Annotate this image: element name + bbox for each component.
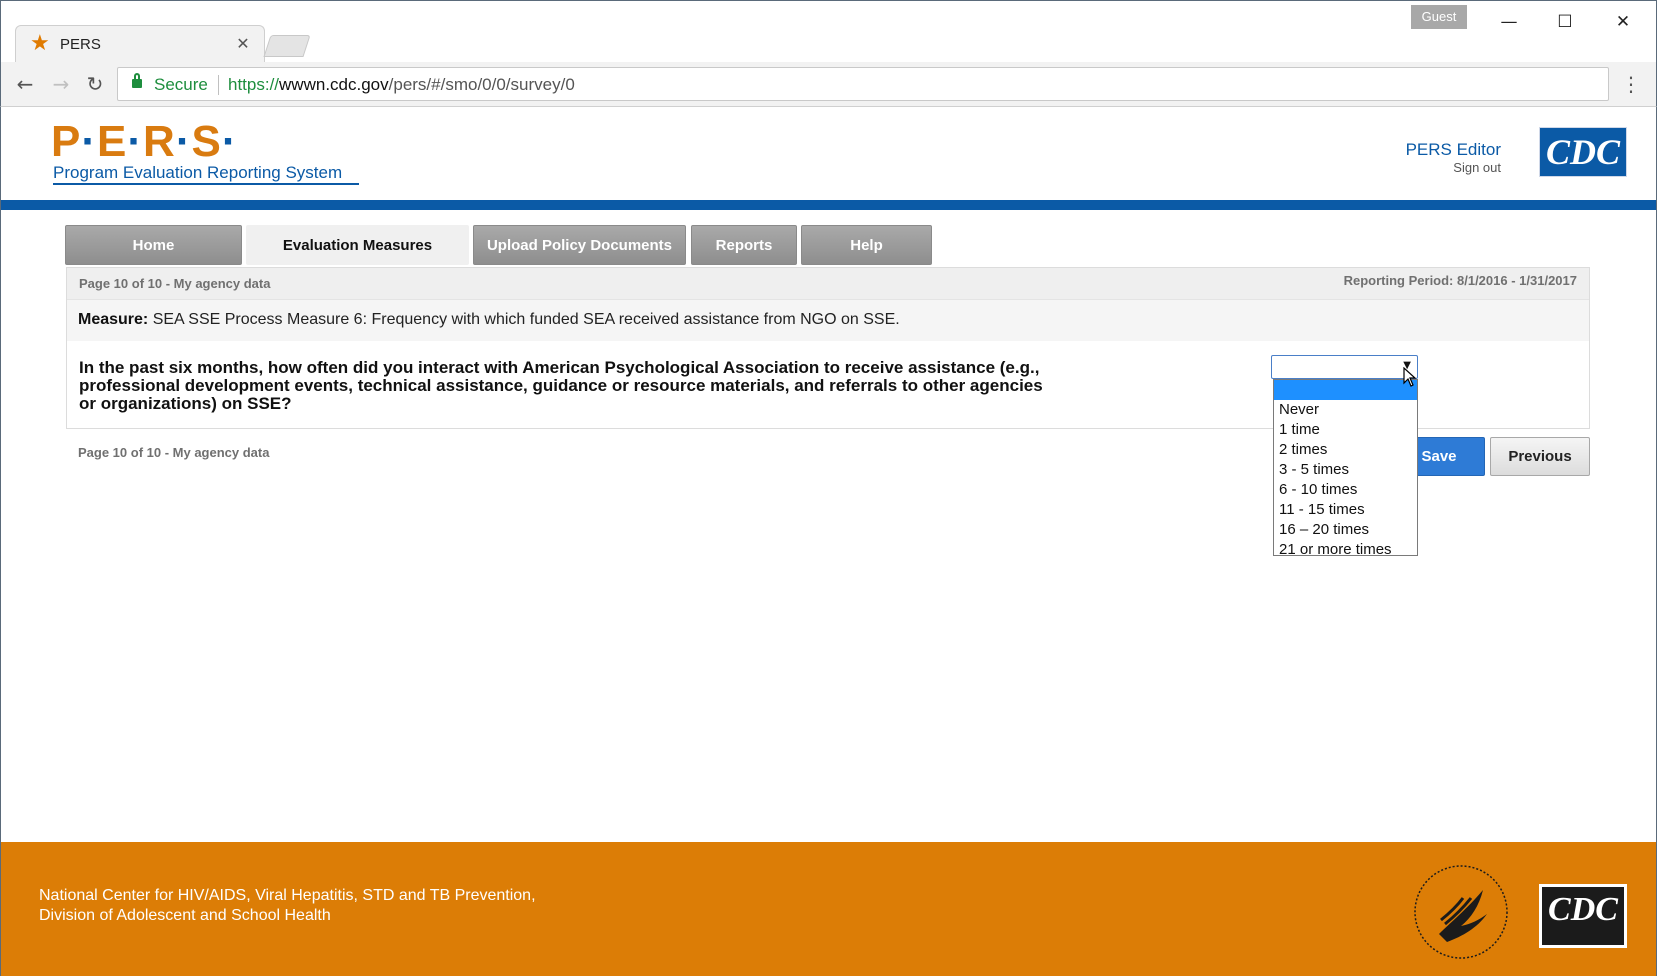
logo-underline — [53, 183, 359, 185]
star-icon: ★ — [30, 31, 50, 56]
tab-help[interactable]: Help — [801, 225, 932, 265]
browser-menu-icon[interactable]: ⋮ — [1621, 70, 1641, 98]
footer-cdc-logo-inner: CDC — [1542, 887, 1624, 945]
logo-letter: P — [51, 117, 82, 166]
browser-tab[interactable]: ★ PERS ✕ — [15, 25, 265, 63]
logo-letter: R — [143, 117, 176, 166]
back-icon[interactable]: ← — [11, 70, 39, 98]
cdc-logo-text: CDC — [1545, 132, 1621, 172]
dropdown-option[interactable]: 16 – 20 times — [1274, 520, 1417, 540]
logo-letter: E — [97, 117, 128, 166]
dropdown-option[interactable]: 3 - 5 times — [1274, 460, 1417, 480]
question-line: or organizations) on SSE? — [79, 394, 292, 413]
question-line: professional development events, technic… — [79, 376, 1043, 395]
address-bar[interactable]: Secure https://wwwn.cdc.gov/pers/#/smo/0… — [117, 67, 1609, 101]
frequency-select[interactable]: ▼ — [1271, 355, 1418, 379]
reload-icon[interactable]: ↻ — [81, 70, 109, 98]
previous-button[interactable]: Previous — [1490, 437, 1590, 476]
lock-icon — [132, 73, 142, 88]
url-host: wwwn.cdc.gov — [279, 75, 389, 94]
browser-titlebar: ★ PERS ✕ Guest — ☐ ✕ — [0, 0, 1657, 63]
secure-label: Secure — [154, 75, 208, 94]
user-role: PERS Editor — [1405, 140, 1501, 159]
minimize-icon[interactable]: — — [1489, 9, 1529, 35]
page-viewport: P·E·R·S· Program Evaluation Reporting Sy… — [0, 107, 1657, 976]
dropdown-option[interactable]: 2 times — [1274, 440, 1417, 460]
profile-badge[interactable]: Guest — [1411, 5, 1467, 29]
measure-description: SEA SSE Process Measure 6: Frequency wit… — [152, 311, 900, 328]
footer-cdc-logo[interactable]: CDC — [1539, 884, 1627, 948]
hhs-seal-icon[interactable] — [1411, 862, 1511, 962]
sign-out-link[interactable]: Sign out — [1381, 160, 1501, 175]
pers-logo[interactable]: P·E·R·S· — [51, 117, 237, 167]
url-text[interactable]: https://wwwn.cdc.gov/pers/#/smo/0/0/surv… — [228, 75, 575, 95]
measure-text: Measure: SEA SSE Process Measure 6: Freq… — [78, 311, 900, 329]
question-line: In the past six months, how often did yo… — [79, 358, 1040, 377]
close-tab-icon[interactable]: ✕ — [232, 33, 254, 55]
forward-icon[interactable]: → — [47, 70, 75, 98]
dropdown-option-blank[interactable] — [1274, 380, 1417, 400]
new-tab-button[interactable] — [263, 35, 311, 57]
url-scheme: https:// — [228, 75, 280, 94]
footer-center-name: National Center for HIV/AIDS, Viral Hepa… — [39, 887, 536, 904]
footer-cdc-logo-text: CDC — [1548, 891, 1618, 928]
question-text: In the past six months, how often did yo… — [79, 359, 1139, 413]
tab-reports[interactable]: Reports — [691, 225, 797, 265]
footer-division-name: Division of Adolescent and School Health — [39, 907, 331, 924]
tab-upload-policy-documents[interactable]: Upload Policy Documents — [473, 225, 686, 265]
dropdown-option[interactable]: Never — [1274, 400, 1417, 420]
measure-row: Measure: SEA SSE Process Measure 6: Freq… — [67, 299, 1589, 341]
dropdown-option[interactable]: 1 time — [1274, 420, 1417, 440]
reporting-period: Reporting Period: 8/1/2016 - 1/31/2017 — [1343, 273, 1577, 288]
dropdown-option[interactable]: 6 - 10 times — [1274, 480, 1417, 500]
tab-title: PERS — [60, 36, 101, 53]
cdc-logo[interactable]: CDC — [1539, 127, 1627, 177]
page-footer: National Center for HIV/AIDS, Viral Hepa… — [1, 842, 1656, 976]
logo-letter: S — [191, 117, 222, 166]
page-info: Page 10 of 10 - My agency data — [79, 276, 271, 291]
page-info-bottom: Page 10 of 10 - My agency data — [78, 445, 270, 460]
measure-label: Measure: — [78, 311, 149, 328]
logo-subtitle: Program Evaluation Reporting System — [53, 163, 343, 182]
frequency-dropdown: Never 1 time 2 times 3 - 5 times 6 - 10 … — [1273, 379, 1418, 558]
dropdown-option[interactable]: 11 - 15 times — [1274, 500, 1417, 520]
browser-toolbar: ← → ↻ Secure https://wwwn.cdc.gov/pers/#… — [0, 62, 1657, 107]
tab-home[interactable]: Home — [65, 225, 242, 265]
panel-header: Page 10 of 10 - My agency data Reporting… — [67, 268, 1589, 299]
dropdown-option[interactable]: 21 or more times — [1274, 540, 1417, 560]
close-window-icon[interactable]: ✕ — [1603, 9, 1643, 35]
maximize-icon[interactable]: ☐ — [1545, 9, 1585, 35]
header-band — [1, 200, 1656, 210]
omnibox-divider — [218, 75, 219, 95]
url-path: /pers/#/smo/0/0/survey/0 — [388, 75, 575, 94]
tab-evaluation-measures-reporting[interactable]: Evaluation Measures Reporting — [246, 225, 469, 294]
mouse-cursor-icon — [1403, 367, 1417, 387]
